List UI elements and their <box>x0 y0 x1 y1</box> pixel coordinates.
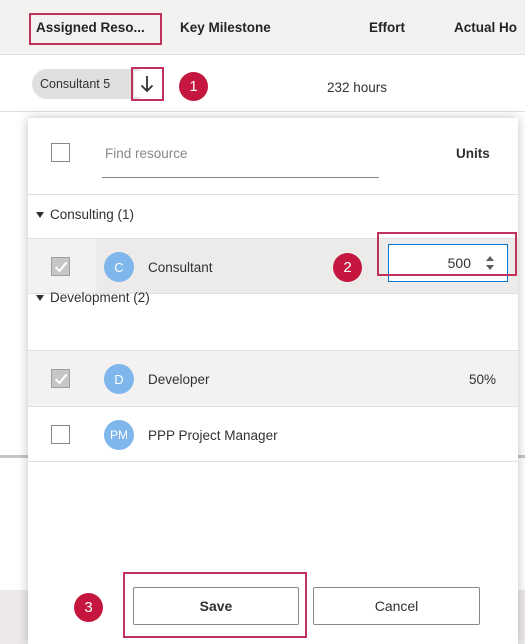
highlight-box-arrow <box>131 67 164 101</box>
highlight-box-save <box>123 572 307 638</box>
group-development[interactable]: Development (2) <box>36 290 150 305</box>
resource-units: 50% <box>469 372 497 387</box>
developer-checkbox[interactable] <box>51 369 70 388</box>
cancel-button[interactable]: Cancel <box>313 587 480 625</box>
resource-name: Developer <box>148 372 210 387</box>
avatar: PM <box>104 420 134 450</box>
callout-2: 2 <box>333 253 362 282</box>
units-header: Units <box>456 146 490 161</box>
column-header-actual-hours[interactable]: Actual Ho <box>454 20 517 35</box>
callout-1: 1 <box>179 72 208 101</box>
column-header-key-milestone[interactable]: Key Milestone <box>180 20 271 35</box>
grid-divider-right <box>518 455 525 458</box>
consultant-checkbox[interactable] <box>51 257 70 276</box>
checkmark-icon <box>54 261 68 273</box>
resource-name: Consultant <box>148 260 213 275</box>
callout-3: 3 <box>74 593 103 622</box>
divider <box>28 461 518 462</box>
divider <box>28 194 518 195</box>
group-label: Development (2) <box>50 290 150 305</box>
avatar: D <box>104 364 134 394</box>
effort-value: 232 hours <box>327 80 388 95</box>
avatar: C <box>104 252 134 282</box>
column-header-effort[interactable]: Effort <box>369 20 405 35</box>
caret-down-icon <box>36 211 44 218</box>
project-manager-checkbox[interactable] <box>51 425 70 444</box>
caret-down-icon <box>36 294 44 301</box>
find-resource-underline <box>102 177 379 178</box>
highlight-box-column <box>29 13 162 45</box>
find-resource-input[interactable]: Find resource <box>105 146 188 161</box>
group-consulting[interactable]: Consulting (1) <box>36 207 134 222</box>
group-label: Consulting (1) <box>50 207 135 222</box>
grid-divider-left <box>0 455 28 458</box>
select-all-checkbox[interactable] <box>51 143 70 162</box>
checkmark-icon <box>54 373 68 385</box>
divider <box>28 406 518 407</box>
resource-row-developer[interactable] <box>28 351 518 406</box>
resource-name[interactable]: PPP Project Manager <box>148 428 278 443</box>
highlight-box-units <box>377 232 517 276</box>
